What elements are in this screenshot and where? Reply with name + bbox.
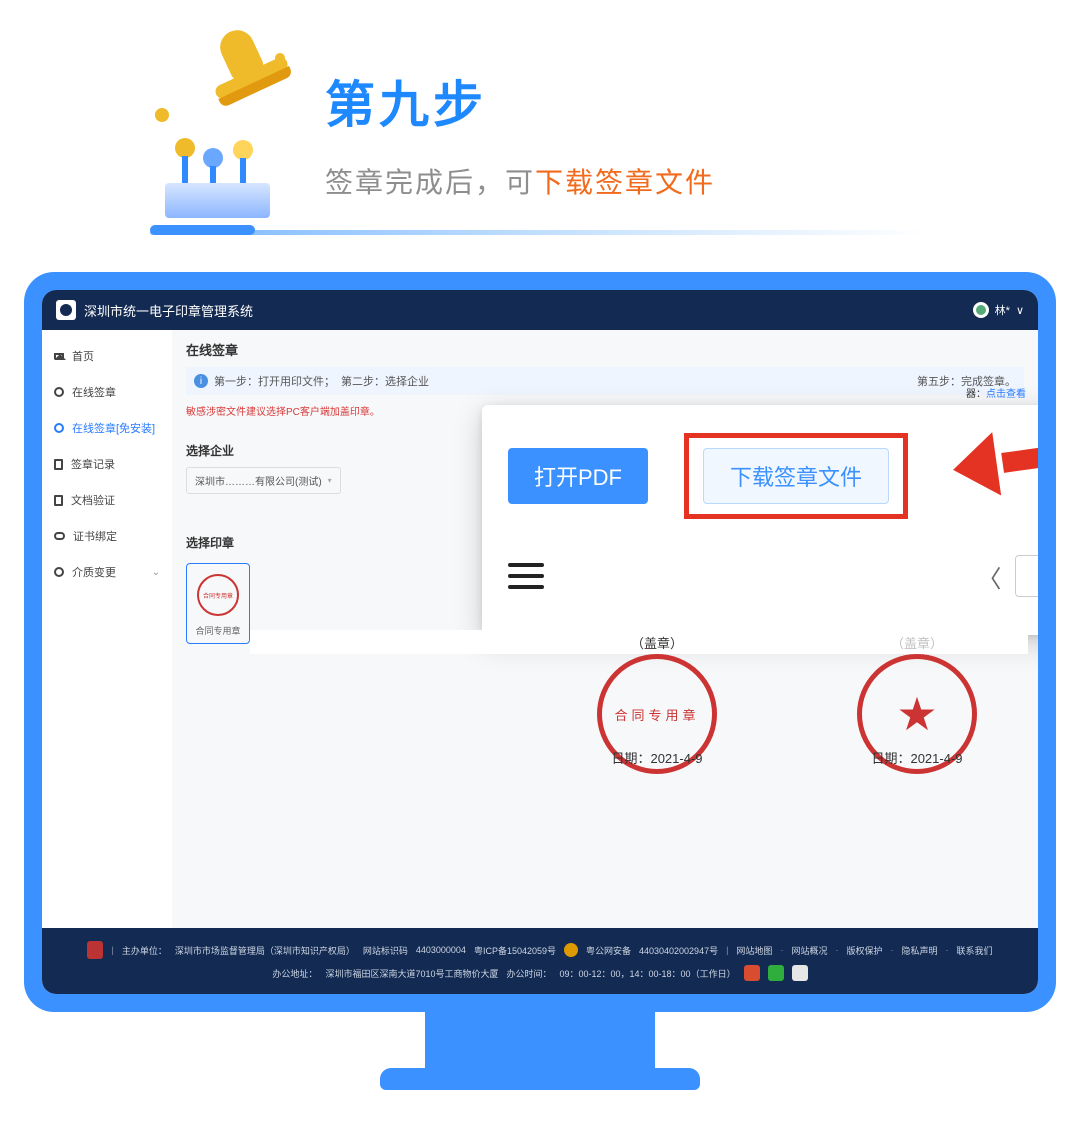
user-name: 林*: [995, 302, 1010, 318]
sidebar-item-home[interactable]: 首页: [42, 338, 172, 374]
footer-link-copyright[interactable]: 版权保护: [846, 944, 882, 957]
footer-link-sitemap[interactable]: 网站地图: [736, 944, 772, 957]
footer-link-about[interactable]: 网站概况: [791, 944, 827, 957]
seal-date: 日期：2021-4-9: [857, 748, 977, 767]
seal-caption: 合同专用章: [193, 624, 243, 637]
gov-site-icon[interactable]: [792, 965, 808, 981]
app-header: 深圳市统一电子印章管理系统 林* ∨: [42, 290, 1038, 330]
sidebar-item-label: 在线签章[免安装]: [72, 420, 155, 436]
seal-label: （盖章）: [857, 633, 977, 652]
home-icon: [54, 353, 64, 359]
footer-addr-label: 办公地址：: [272, 967, 317, 980]
step-subtitle: 签章完成后，可下载签章文件: [325, 161, 925, 201]
seal-date: 日期：2021-4-9: [597, 748, 717, 767]
browser-note-link[interactable]: 点击查看: [986, 389, 1026, 400]
chevron-down-icon: ⌄: [152, 567, 160, 578]
page-title: 在线签章: [186, 340, 1024, 359]
footer-addr: 深圳市福田区深南大道7010号工商物价大厦: [325, 967, 498, 980]
step1-text: 第一步：打开用印文件；: [214, 373, 335, 389]
person-icon: [54, 423, 64, 433]
footer-link-contact[interactable]: 联系我们: [956, 944, 992, 957]
company-select[interactable]: 深圳市………有限公司(测试) ▾: [186, 467, 341, 494]
seal-mini-icon: 合同专用章: [197, 574, 239, 616]
sidebar-item-sign-noinstall[interactable]: 在线签章[免安装]: [42, 410, 172, 446]
step2-text: 第二步：选择企业: [341, 373, 429, 389]
sidebar-item-records[interactable]: 签章记录: [42, 446, 172, 482]
sidebar-item-bind-cert[interactable]: 证书绑定: [42, 518, 172, 554]
police-badge-icon: [564, 943, 578, 957]
sidebar: 首页 在线签章 在线签章[免安装] 签章记录 文档验证: [42, 330, 172, 934]
steps-bar: i 第一步：打开用印文件； 第二步：选择企业 第五步：完成签章。: [186, 367, 1024, 395]
seal-thumbnail: 合同专用章: [193, 570, 243, 620]
monitor-base: [380, 1068, 700, 1090]
step-subtitle-highlight: 下载签章文件: [535, 167, 715, 198]
records-icon: [54, 459, 63, 470]
link-icon: [54, 532, 65, 540]
seal-stamp-2: （盖章） ★ 日期：2021-4-9: [857, 633, 977, 767]
download-signed-button[interactable]: 下载签章文件: [703, 448, 889, 504]
stamp-icon: [191, 14, 304, 127]
sidebar-item-label: 在线签章: [72, 384, 116, 400]
monitor-frame: 深圳市统一电子印章管理系统 林* ∨ 首页 在线签章 在: [24, 272, 1056, 1012]
sidebar-item-sign[interactable]: 在线签章: [42, 374, 172, 410]
browser-note: 器：点击查看: [966, 385, 1026, 400]
gov-badge-icon: [87, 941, 103, 959]
app-title: 深圳市统一电子印章管理系统: [84, 301, 253, 320]
seal-stamp-1: （盖章） 合同专用章 日期：2021-4-9: [597, 633, 717, 767]
footer-time: 09：00-12：00，14：00-18：00（工作日）: [559, 967, 735, 980]
seal-option[interactable]: 合同专用章 合同专用章: [186, 563, 250, 644]
main-content: 在线签章 i 第一步：打开用印文件； 第二步：选择企业 第五步：完成签章。 敏感…: [172, 330, 1038, 934]
avatar-icon: [973, 302, 989, 318]
step-title: 第九步: [325, 65, 925, 137]
app-footer: | 主办单位： 深圳市市场监督管理局（深圳市知识产权局） 网站标识码 44030…: [42, 928, 1038, 994]
footer-time-label: 办公时间：: [506, 967, 551, 980]
prev-page-button[interactable]: 〈: [977, 559, 1001, 594]
monitor-stand: [425, 1010, 655, 1072]
download-highlight-box: 下载签章文件: [684, 433, 908, 519]
weibo-icon[interactable]: [744, 965, 760, 981]
footer-siteid-label: 网站标识码: [363, 944, 408, 957]
menu-icon[interactable]: [508, 563, 544, 589]
gear-icon: [54, 567, 64, 577]
screen: 深圳市统一电子印章管理系统 林* ∨ 首页 在线签章 在: [42, 290, 1038, 994]
app-logo-icon: [56, 300, 76, 320]
verify-icon: [54, 495, 63, 506]
chevron-down-icon: ▾: [328, 476, 332, 485]
person-icon: [54, 387, 64, 397]
footer-siteid: 4403000004: [416, 945, 466, 955]
header-illustration: [155, 48, 285, 218]
header-underline: [150, 225, 930, 235]
sidebar-item-label: 证书绑定: [73, 528, 117, 544]
info-icon: i: [194, 374, 208, 388]
sidebar-item-label: 签章记录: [71, 456, 115, 472]
user-caret-icon: ∨: [1016, 304, 1024, 317]
user-menu[interactable]: 林* ∨: [973, 302, 1024, 318]
footer-police-label: 粤公网安备: [586, 944, 631, 957]
sidebar-item-label: 介质变更: [72, 564, 116, 580]
wechat-icon[interactable]: [768, 965, 784, 981]
seal-inner-text: 合同专用章: [614, 705, 699, 724]
page-number-input[interactable]: 4: [1015, 555, 1038, 597]
sidebar-item-verify[interactable]: 文档验证: [42, 482, 172, 518]
star-icon: ★: [896, 687, 937, 741]
footer-link-privacy[interactable]: 隐私声明: [901, 944, 937, 957]
footer-host-label: 主办单位：: [122, 944, 167, 957]
page-nav: 〈 4 / · …: [977, 555, 1038, 597]
sidebar-item-label: 首页: [72, 348, 94, 364]
footer-host: 深圳市市场监督管理局（深圳市知识产权局）: [175, 944, 355, 957]
footer-police: 44030402002947号: [639, 944, 718, 957]
seal-label: （盖章）: [597, 633, 717, 652]
open-pdf-button[interactable]: 打开PDF: [508, 448, 648, 504]
sidebar-item-media-change[interactable]: 介质变更 ⌄: [42, 554, 172, 590]
step-subtitle-prefix: 签章完成后，可: [325, 167, 535, 198]
sidebar-item-label: 文档验证: [71, 492, 115, 508]
footer-icp: 粤ICP备15042059号: [474, 944, 556, 957]
company-select-value: 深圳市………有限公司(测试): [195, 473, 322, 488]
